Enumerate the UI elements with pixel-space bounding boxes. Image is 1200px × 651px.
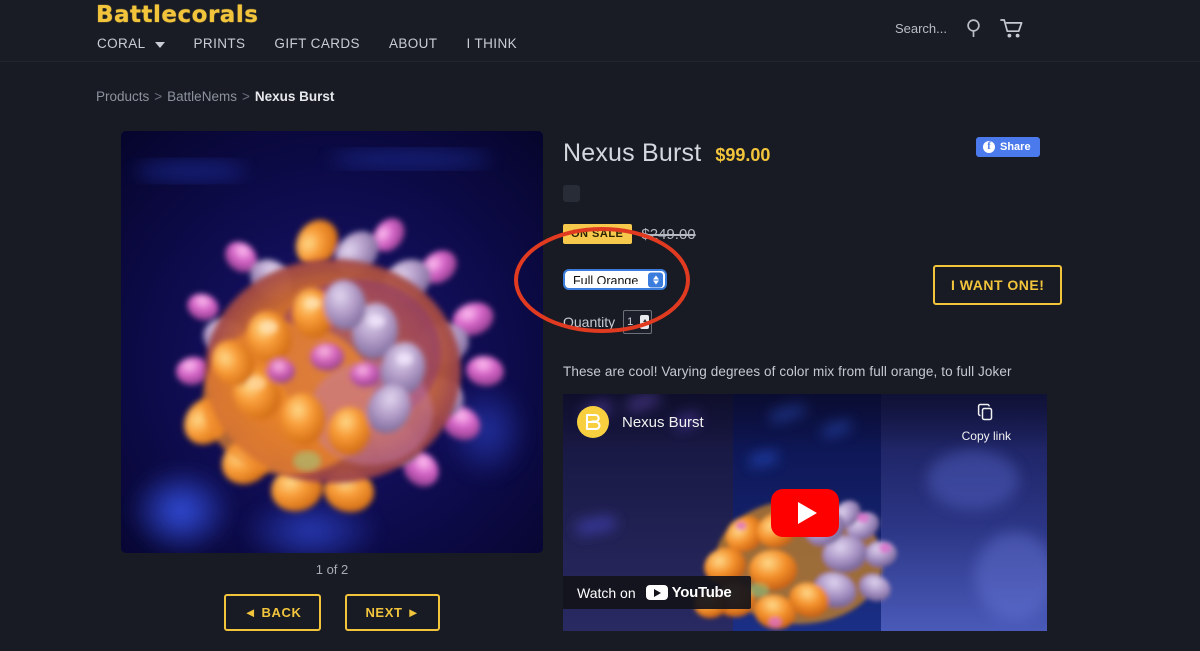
copy-link-button[interactable]: Copy link [962,402,1011,443]
play-icon [797,501,817,524]
nav-item-gift-cards[interactable]: GIFT CARDS [274,32,377,55]
product-original-price: $249.00 [641,225,696,243]
facebook-share-button[interactable]: f Share [976,137,1040,157]
watch-on-youtube-button[interactable]: Watch on YouTube [563,576,752,609]
product-price: $99.00 [715,145,771,165]
site-header: Battlecorals CORAL PRINTS GIFT CARDS ABO… [0,0,1200,62]
nav-item-label: CORAL [97,36,146,51]
share-label: Share [1000,141,1031,153]
quantity-stepper[interactable]: 1 [623,310,653,334]
status-badge: ON SALE [563,224,633,244]
gallery-page-indicator: 1 of 2 [315,562,349,577]
youtube-wordmark: YouTube [671,584,732,601]
variant-select[interactable]: Full Orange [563,269,667,290]
copy-link-label: Copy link [961,428,1011,443]
breadcrumb-item-products[interactable]: Products [96,89,149,104]
chevron-down-icon [154,41,165,48]
youtube-play-icon [645,585,668,600]
product-image[interactable] [121,131,543,553]
video-header: Nexus Burst Copy link [563,394,1047,450]
nav-item-about[interactable]: ABOUT [389,32,455,55]
main-navigation: CORAL PRINTS GIFT CARDS ABOUT I THINK [97,32,546,55]
nav-item-label: ABOUT [388,36,438,51]
video-title-group: Nexus Burst [577,406,704,438]
shopping-cart-icon[interactable] [1000,18,1025,39]
search-input[interactable]: Search... [895,21,947,36]
quantity-stepper-icon[interactable] [640,315,650,329]
nav-item-label: GIFT CARDS [274,36,360,51]
channel-avatar[interactable] [577,406,609,438]
header-actions: Search... [895,18,1025,39]
breadcrumb-current: Nexus Burst [254,89,335,104]
sale-row: ON SALE $249.00 [563,224,1063,244]
play-button[interactable] [771,488,839,537]
breadcrumb: Products > BattleNems > Nexus Burst [96,89,334,104]
nav-item-label: PRINTS [193,36,246,51]
search-icon[interactable] [965,18,982,39]
product-gallery: 1 of 2 ◄ BACK NEXT ► [121,131,543,631]
video-title[interactable]: Nexus Burst [622,414,704,431]
thumbnail-placeholder[interactable] [563,185,580,202]
watch-on-label: Watch on [577,584,636,601]
add-to-cart-button[interactable]: I WANT ONE! [933,265,1063,305]
breadcrumb-item-battlenems[interactable]: BattleNems [167,89,237,104]
quantity-value: 1 [627,316,634,328]
product-description: These are cool! Varying degrees of color… [563,364,1012,379]
facebook-icon: f [983,141,995,153]
gallery-pager: ◄ BACK NEXT ► [121,594,543,631]
site-logo[interactable]: Battlecorals [96,2,258,28]
nav-item-coral[interactable]: CORAL [97,32,182,55]
nav-item-i-think[interactable]: I THINK [466,32,534,55]
product-page: Battlecorals CORAL PRINTS GIFT CARDS ABO… [0,0,1200,651]
youtube-video-embed[interactable]: Nexus Burst Copy link Watch on YouTube [563,394,1047,631]
breadcrumb-separator: > [241,89,250,104]
gallery-back-button[interactable]: ◄ BACK [223,594,322,631]
nav-item-label: I THINK [466,36,518,51]
page-title: Nexus Burst [563,139,702,167]
quantity-label: Quantity [563,314,616,330]
breadcrumb-separator: > [154,89,163,104]
quantity-row: Quantity 1 [563,310,1063,334]
copy-icon [976,402,996,425]
youtube-logo: YouTube [645,584,732,601]
nav-item-prints[interactable]: PRINTS [194,32,263,55]
gallery-next-button[interactable]: NEXT ► [345,594,441,631]
variant-select-wrapper: Full Orange [563,269,667,290]
